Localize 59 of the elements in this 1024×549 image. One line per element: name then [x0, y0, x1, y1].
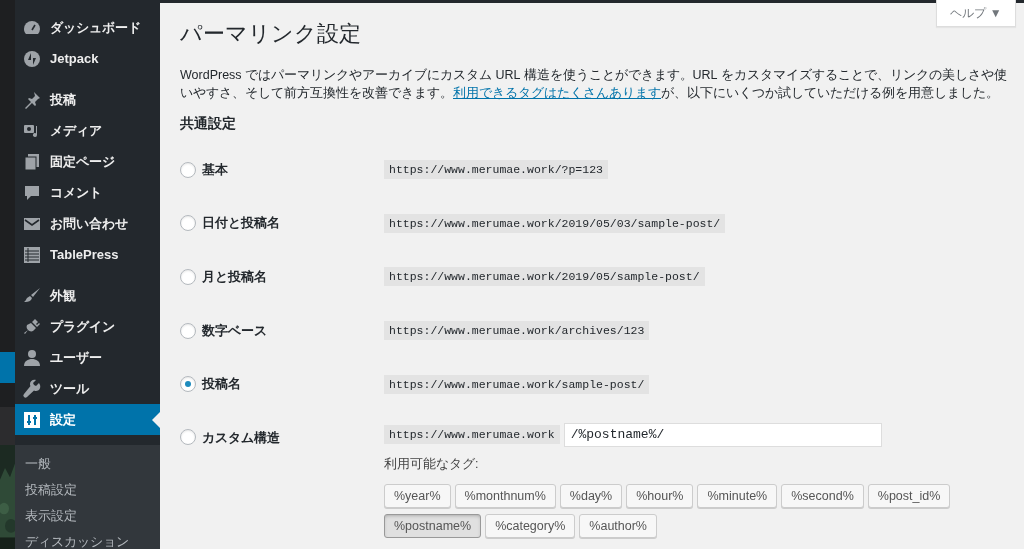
page-title: パーマリンク設定 [180, 20, 362, 48]
description-text: WordPress ではパーマリンクやアーカイブにカスタム URL 構造を使うことができます。URL をカスタマイズすることで、リンクの美しさや使いやすさ、そして前方互換性を改善できます。利用できるタグはたくさんありますが、以下にいくつか試していただける例を用意しました。 [180, 67, 1008, 102]
sidebar-item[interactable]: プラグイン [15, 311, 160, 342]
sidebar-item[interactable]: TablePress [15, 239, 160, 270]
url-base: https://www.merumae.work [384, 425, 560, 445]
pages-icon [22, 151, 42, 172]
sidebar-item[interactable]: ユーザー [15, 342, 160, 373]
url-example: https://www.merumae.work/sample-post/ [384, 374, 650, 394]
url-example: https://www.merumae.work/archives/123 [384, 321, 650, 341]
tag-button[interactable]: %post_id% [867, 483, 951, 508]
wrench-icon [22, 378, 42, 399]
url-example: https://www.merumae.work/2019/05/03/sample-post/ [384, 213, 726, 233]
option-label: 基本 [202, 160, 229, 179]
radio-button[interactable] [180, 215, 196, 232]
current-pointer-icon [152, 412, 160, 428]
custom-structure-field[interactable]: /%postname%/ [563, 422, 882, 447]
tag-button[interactable]: %day% [559, 483, 623, 508]
tags-label: 利用可能なタグ: [384, 455, 480, 473]
sidebar-item[interactable]: お問い合わせ [15, 208, 160, 239]
radio-button[interactable] [180, 269, 196, 285]
sidebar-item[interactable]: コメント [15, 177, 160, 208]
tag-button[interactable]: %hour% [626, 483, 694, 508]
help-button[interactable]: ヘルプ ▼ [936, 0, 1016, 27]
url-example: https://www.merumae.work/2019/05/sample-post/ [384, 267, 705, 287]
tag-button[interactable]: %category% [485, 513, 576, 538]
sidebar-item[interactable]: ツール [15, 373, 160, 404]
bolt-circle-icon [22, 48, 42, 69]
submenu-item[interactable]: 投稿設定 [15, 477, 160, 503]
sliders-icon [22, 409, 42, 430]
radio-button[interactable] [180, 428, 196, 445]
submenu-item[interactable]: 表示設定 [15, 503, 160, 529]
tag-button[interactable]: %postname% [384, 513, 482, 538]
tag-button[interactable]: %year% [384, 483, 451, 508]
submenu-item[interactable]: ディスカッション [15, 529, 160, 549]
radio-button[interactable] [180, 161, 196, 178]
submenu-item[interactable]: 一般 [15, 451, 160, 477]
url-example: https://www.merumae.work/?p=123 [384, 160, 608, 180]
radio-button[interactable] [180, 376, 196, 393]
tags-link[interactable]: 利用できるタグはたくさんあります [453, 85, 661, 100]
option-label: カスタム構造 [202, 428, 281, 447]
tag-button[interactable]: %author% [579, 513, 657, 538]
sidebar-item[interactable]: 設定 [15, 404, 160, 435]
tag-button[interactable]: %monthnum% [454, 483, 556, 508]
option-label: 投稿名 [202, 375, 242, 394]
sidebar-item[interactable]: Jetpack [15, 43, 160, 74]
option-label: 日付と投稿名 [202, 214, 281, 233]
sidebar-item[interactable]: 外観 [15, 280, 160, 311]
sidebar-item[interactable]: メディア [15, 115, 160, 146]
table-icon [22, 244, 42, 265]
tag-button[interactable]: %second% [781, 483, 864, 508]
option-label: 月と投稿名 [202, 268, 268, 286]
radio-button[interactable] [180, 322, 196, 339]
user-icon [22, 347, 42, 368]
section-heading: 共通設定 [180, 115, 237, 133]
sidebar-item[interactable]: ダッシュボード [15, 12, 160, 43]
tag-button[interactable]: %minute% [697, 483, 778, 508]
option-label: 数字ベース [202, 321, 268, 340]
sidebar-item[interactable]: 投稿 [15, 84, 160, 115]
sidebar-item[interactable]: 固定ページ [15, 146, 160, 177]
